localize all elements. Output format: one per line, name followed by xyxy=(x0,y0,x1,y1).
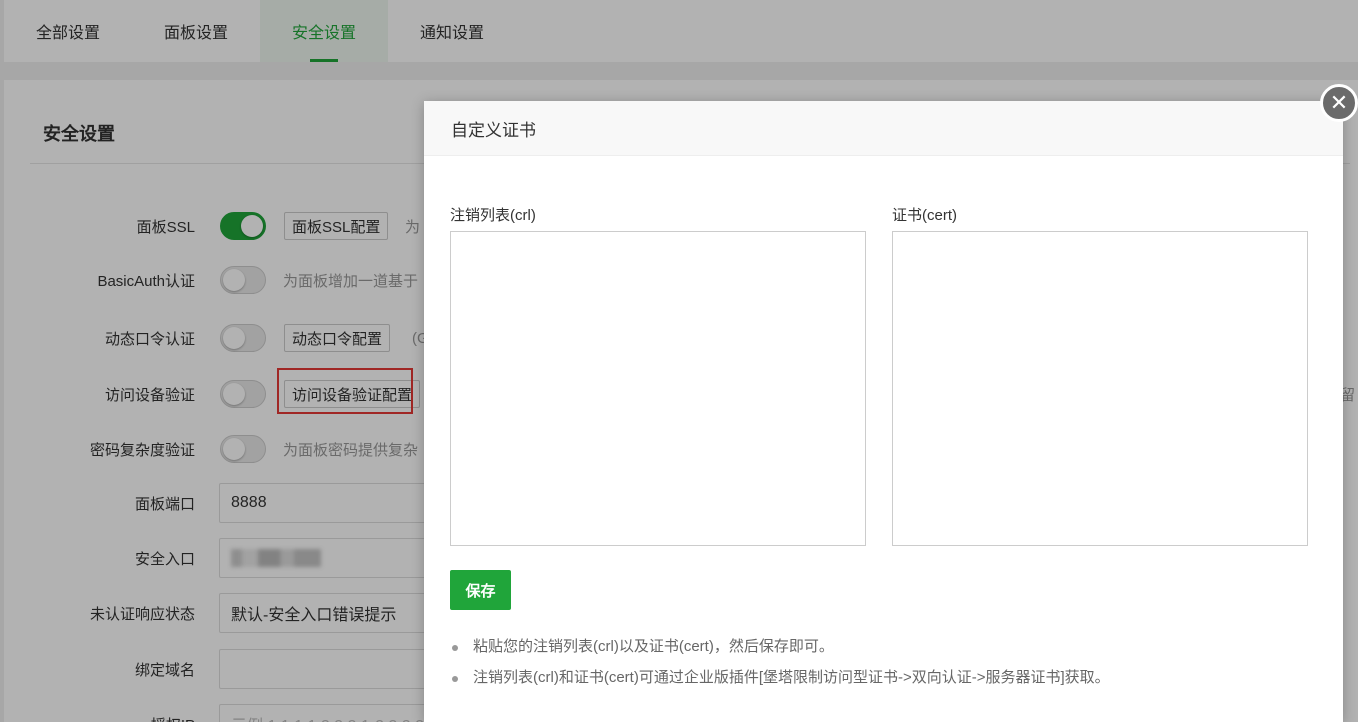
tip-item: 注销列表(crl)和证书(cert)可通过企业版插件[堡塔限制访问型证书->双向… xyxy=(450,666,1310,697)
crl-label: 注销列表(crl) xyxy=(450,207,536,224)
save-button[interactable]: 保存 xyxy=(450,570,511,610)
custom-cert-dialog: 自定义证书 注销列表(crl) 证书(cert) 保存 粘贴您的注销列表(crl… xyxy=(424,101,1343,722)
dialog-title: 自定义证书 xyxy=(424,101,1343,156)
tip-item: 粘贴您的注销列表(crl)以及证书(cert)，然后保存即可。 xyxy=(450,635,1310,666)
close-icon[interactable]: ✕ xyxy=(1320,84,1358,122)
cert-label: 证书(cert) xyxy=(892,207,957,224)
crl-textarea[interactable] xyxy=(450,231,866,546)
help-tips: 粘贴您的注销列表(crl)以及证书(cert)，然后保存即可。 注销列表(crl… xyxy=(450,635,1310,697)
cert-textarea[interactable] xyxy=(892,231,1308,546)
